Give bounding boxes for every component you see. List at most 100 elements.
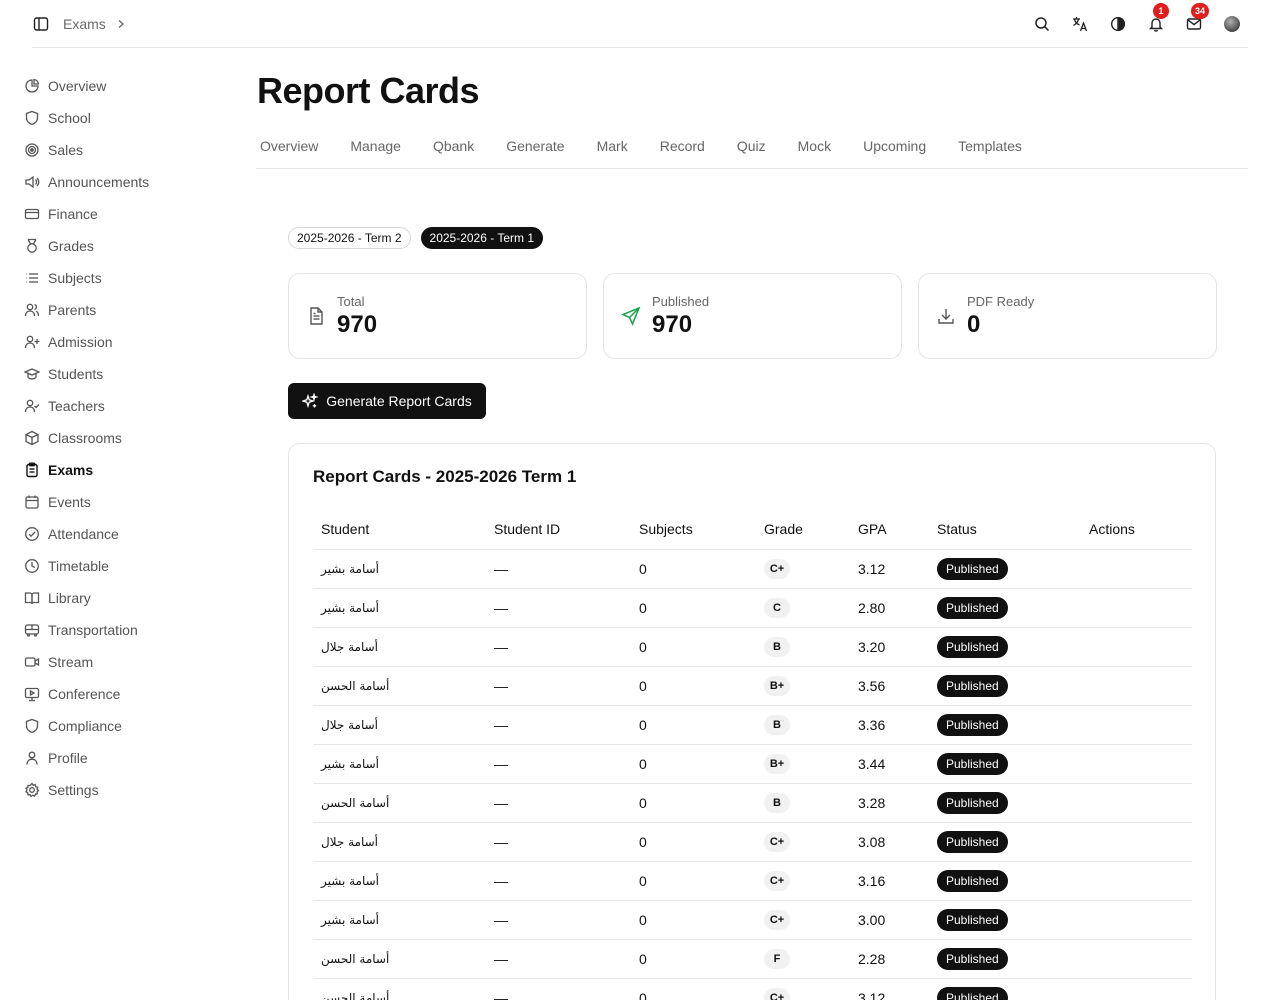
row-actions[interactable] [1081,588,1192,628]
status-badge: Published [937,557,1008,580]
sidebar-item-settings[interactable]: Settings [24,774,224,806]
sidebar-item-timetable[interactable]: Timetable [24,550,224,582]
sidebar-item-sales[interactable]: Sales [24,134,224,166]
sidebar-item-overview[interactable]: Overview [24,70,224,102]
row-actions[interactable] [1081,627,1192,667]
sidebar-item-students[interactable]: Students [24,358,224,390]
table-row[interactable]: أسامة بشير — 0 C+ 3.16 Published [313,861,1192,901]
column-header-status[interactable]: Status [929,510,1081,550]
tab-mark[interactable]: Mark [593,124,632,168]
tab-qbank[interactable]: Qbank [429,124,478,168]
sidebar-item-exams[interactable]: Exams [24,454,224,486]
sidebar-item-label: Library [48,590,91,606]
gpa-value: 2.28 [850,939,929,979]
status-badge: Published [937,830,1008,853]
row-actions[interactable] [1081,861,1192,901]
sidebar-item-subjects[interactable]: Subjects [24,262,224,294]
tab-generate[interactable]: Generate [502,124,568,168]
table-row[interactable]: أسامة الحسن — 0 B+ 3.56 Published [313,666,1192,706]
sidebar: Overview School Sales Announcements Fina… [24,70,224,806]
stat-value: 970 [652,310,693,338]
table-row[interactable]: أسامة بشير — 0 C+ 3.12 Published [313,549,1192,589]
table-row[interactable]: أسامة بشير — 0 C 2.80 Published [313,588,1192,628]
student-name: أسامة جلال [313,627,486,667]
translate-icon[interactable] [1072,16,1088,32]
sidebar-item-teachers[interactable]: Teachers [24,390,224,422]
medal-icon [27,238,37,253]
avatar[interactable] [1224,16,1240,32]
row-actions[interactable] [1081,783,1192,823]
sidebar-item-grades[interactable]: Grades [24,230,224,262]
bell-icon[interactable]: 1 [1148,3,1169,32]
table-row[interactable]: أسامة جلال — 0 B 3.36 Published [313,705,1192,745]
table-row[interactable]: أسامة جلال — 0 B 3.20 Published [313,627,1192,667]
row-actions[interactable] [1081,939,1192,979]
sidebar-item-classrooms[interactable]: Classrooms [24,422,224,454]
term-chip-term-1[interactable]: 2025-2026 - Term 1 [420,227,544,249]
mail-icon[interactable]: 34 [1186,3,1210,32]
sidebar-item-attendance[interactable]: Attendance [24,518,224,550]
term-chip-term-2[interactable]: 2025-2026 - Term 2 [288,227,411,249]
sidebar-item-conference[interactable]: Conference [24,678,224,710]
table-row[interactable]: أسامة جلال — 0 C+ 3.08 Published [313,822,1192,862]
tab-templates[interactable]: Templates [954,124,1026,168]
grade-badge: C+ [764,831,790,852]
column-header-grade[interactable]: Grade [756,510,850,550]
sidebar-item-admission[interactable]: Admission [24,326,224,358]
student-name: أسامة بشير [313,744,486,784]
tab-manage[interactable]: Manage [346,124,405,168]
sidebar-item-announcements[interactable]: Announcements [24,166,224,198]
table-row[interactable]: أسامة الحسن — 0 B 3.28 Published [313,783,1192,823]
row-actions[interactable] [1081,822,1192,862]
student-id: — [486,822,631,862]
theme-toggle-icon[interactable] [1110,16,1126,32]
student-id: — [486,588,631,628]
status-badge: Published [937,869,1008,892]
sidebar-item-transportation[interactable]: Transportation [24,614,224,646]
messages-badge: 34 [1191,3,1210,19]
clock-icon [25,559,39,573]
sidebar-item-label: Events [48,494,91,510]
sidebar-item-parents[interactable]: Parents [24,294,224,326]
subjects-count: 0 [631,705,756,745]
breadcrumb-exams[interactable]: Exams [63,16,106,32]
tab-mock[interactable]: Mock [794,124,835,168]
sidebar-item-library[interactable]: Library [24,582,224,614]
table-row[interactable]: أسامة الحسن — 0 F 2.28 Published [313,939,1192,979]
sidebar-item-profile[interactable]: Profile [24,742,224,774]
student-id: — [486,939,631,979]
table-row[interactable]: أسامة بشير — 0 B+ 3.44 Published [313,744,1192,784]
tab-quiz[interactable]: Quiz [733,124,770,168]
row-actions[interactable] [1081,744,1192,784]
sidebar-item-events[interactable]: Events [24,486,224,518]
sidebar-item-label: Admission [48,334,113,350]
sidebar-item-finance[interactable]: Finance [24,198,224,230]
column-header-student-id[interactable]: Student ID [486,510,631,550]
tab-overview[interactable]: Overview [256,124,322,168]
row-actions[interactable] [1081,549,1192,589]
subjects-count: 0 [631,666,756,706]
table-row[interactable]: أسامة الحسن — 0 C+ 3.12 Published [313,978,1192,1000]
sidebar-toggle-icon[interactable] [32,15,50,33]
row-actions[interactable] [1081,705,1192,745]
shield-icon [25,718,39,734]
tab-record[interactable]: Record [656,124,709,168]
row-actions[interactable] [1081,978,1192,1000]
list-icon [26,273,38,283]
sidebar-item-compliance[interactable]: Compliance [24,710,224,742]
sidebar-item-label: Transportation [48,622,138,638]
column-header-gpa[interactable]: GPA [850,510,929,550]
generate-report-cards-button[interactable]: Generate Report Cards [288,383,486,419]
table-row[interactable]: أسامة بشير — 0 C+ 3.00 Published [313,900,1192,940]
column-header-student[interactable]: Student [313,510,486,550]
sidebar-item-label: Stream [48,654,94,670]
row-actions[interactable] [1081,666,1192,706]
sidebar-item-school[interactable]: School [24,102,224,134]
search-icon[interactable] [1034,16,1050,32]
grade-badge: C+ [764,987,790,1000]
row-actions[interactable] [1081,900,1192,940]
tab-upcoming[interactable]: Upcoming [859,124,930,168]
column-header-subjects[interactable]: Subjects [631,510,756,550]
sidebar-item-stream[interactable]: Stream [24,646,224,678]
book-open-icon [24,592,40,605]
